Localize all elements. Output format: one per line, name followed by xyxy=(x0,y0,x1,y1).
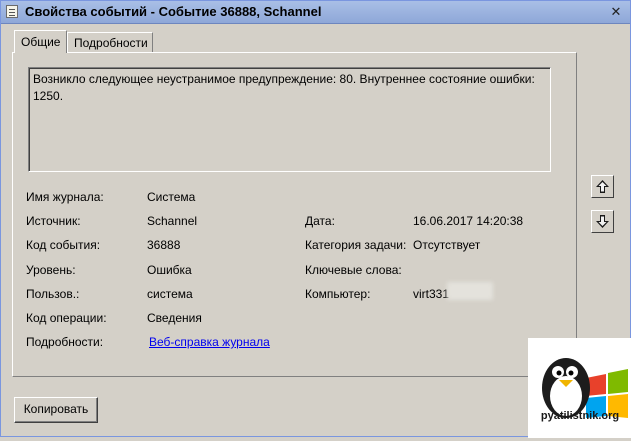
event-id-value: 36888 xyxy=(147,238,181,252)
computer-label: Компьютер: xyxy=(305,287,371,301)
level-value: Ошибка xyxy=(147,263,192,277)
arrow-down-icon xyxy=(596,215,609,228)
user-value: система xyxy=(147,287,193,301)
opcode-label: Код операции: xyxy=(26,311,107,325)
event-log-help-link[interactable]: Веб-справка журнала xyxy=(149,335,270,349)
copy-button[interactable]: Копировать xyxy=(14,397,98,423)
user-label: Пользов.: xyxy=(26,287,80,301)
opcode-value: Сведения xyxy=(147,311,202,325)
event-message-text: Возникло следующее неустранимое предупре… xyxy=(33,72,535,103)
watermark-text: pyatilistnik.org xyxy=(540,410,620,422)
event-id-label: Код события: xyxy=(26,238,101,252)
title-bar[interactable]: Свойства событий - Событие 36888, Schann… xyxy=(1,1,630,24)
tab-general[interactable]: Общие xyxy=(14,30,68,53)
more-info-label: Подробности: xyxy=(26,335,104,349)
previous-event-button[interactable] xyxy=(591,175,614,198)
log-name-value: Система xyxy=(147,190,196,204)
arrow-up-icon xyxy=(596,180,609,193)
close-button[interactable]: ✕ xyxy=(608,4,624,19)
event-viewer-icon xyxy=(6,5,18,18)
source-value: Schannel xyxy=(147,214,198,228)
task-category-value: Отсутствует xyxy=(413,238,481,252)
date-label: Дата: xyxy=(305,214,335,228)
date-value: 16.06.2017 14:20:38 xyxy=(413,214,524,228)
event-message-box[interactable]: Возникло следующее неустранимое предупре… xyxy=(28,67,551,172)
next-event-button[interactable] xyxy=(591,210,614,233)
level-label: Уровень: xyxy=(26,263,76,277)
computer-value: virt331 xyxy=(413,287,450,301)
source-label: Источник: xyxy=(26,214,81,228)
watermark-logo: pyatilistnik.org xyxy=(528,338,631,438)
tab-details[interactable]: Подробности xyxy=(67,32,153,52)
keywords-label: Ключевые слова: xyxy=(305,263,402,277)
task-category-label: Категория задачи: xyxy=(305,238,407,252)
event-properties-window: Свойства событий - Событие 36888, Schann… xyxy=(0,0,631,438)
redacted-blur xyxy=(447,282,493,300)
log-name-label: Имя журнала: xyxy=(26,190,104,204)
window-title: Свойства событий - Событие 36888, Schann… xyxy=(25,4,322,19)
penguin-logo-icon xyxy=(542,358,628,418)
